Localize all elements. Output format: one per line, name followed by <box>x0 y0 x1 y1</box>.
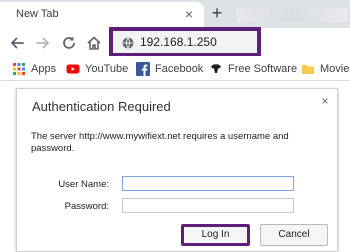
dialog-message: The server http://www.mywifiext.net requ… <box>31 131 289 154</box>
back-arrow-icon[interactable] <box>8 34 26 52</box>
username-field[interactable] <box>122 176 294 191</box>
address-url[interactable]: 192.168.1.250 <box>140 35 217 49</box>
globe-icon[interactable] <box>122 37 134 49</box>
auth-dialog: Authentication Required × The server htt… <box>16 88 338 252</box>
password-label: Password: <box>64 201 109 212</box>
reload-icon[interactable] <box>60 34 78 52</box>
bookmark-label: Movies <box>320 63 350 75</box>
dialog-title: Authentication Required <box>32 99 171 114</box>
bookmark-label: YouTube <box>85 63 129 75</box>
home-icon[interactable] <box>85 34 103 52</box>
password-field[interactable] <box>122 198 294 213</box>
gnu-icon <box>209 62 223 76</box>
username-label: User Name: <box>58 179 109 190</box>
tab-title: New Tab <box>16 8 59 20</box>
bookmark-label: Facebook <box>155 63 204 75</box>
new-tab-button[interactable]: + <box>207 3 227 23</box>
bookmark-label: Free Software <box>228 63 298 75</box>
facebook-icon <box>136 62 150 76</box>
close-icon[interactable]: × <box>318 94 332 108</box>
folder-icon <box>301 62 315 76</box>
forward-arrow-icon[interactable] <box>34 34 52 52</box>
bookmark-label: Apps <box>31 63 57 75</box>
apps-grid-icon <box>12 62 26 76</box>
cancel-button[interactable]: Cancel <box>260 224 328 246</box>
tab-close-icon[interactable]: × <box>181 6 197 22</box>
background-tab[interactable] <box>236 8 348 22</box>
youtube-icon <box>66 62 80 76</box>
tab-new-tab[interactable]: New Tab × <box>0 2 204 28</box>
login-button[interactable]: Log In <box>181 224 250 246</box>
address-bar[interactable]: 192.168.1.250 <box>109 27 261 57</box>
tab-strip: New Tab × + <box>0 0 350 28</box>
